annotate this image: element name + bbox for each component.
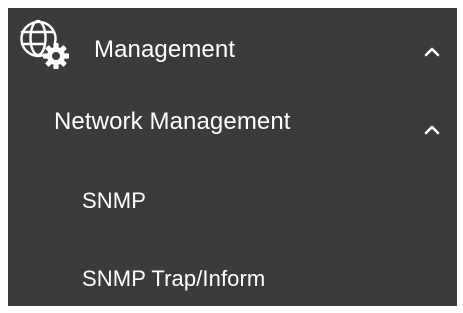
menu-item-management-label: Management <box>94 36 236 63</box>
menu-item-snmp-label: SNMP <box>82 188 146 213</box>
chevron-up-icon[interactable] <box>421 123 443 137</box>
menu-item-snmp-trap-inform-label: SNMP Trap/Inform <box>82 266 266 291</box>
navigation-menu: Management Network Management SNMP SNMP … <box>8 8 457 306</box>
menu-item-network-management[interactable]: Network Management <box>8 90 457 152</box>
menu-item-snmp[interactable]: SNMP <box>8 170 457 232</box>
menu-item-snmp-trap-inform[interactable]: SNMP Trap/Inform <box>8 248 457 306</box>
chevron-up-icon[interactable] <box>421 45 443 59</box>
menu-item-management[interactable]: Management <box>8 16 457 82</box>
globe-gear-icon <box>18 18 74 74</box>
menu-item-network-management-label: Network Management <box>54 108 291 135</box>
